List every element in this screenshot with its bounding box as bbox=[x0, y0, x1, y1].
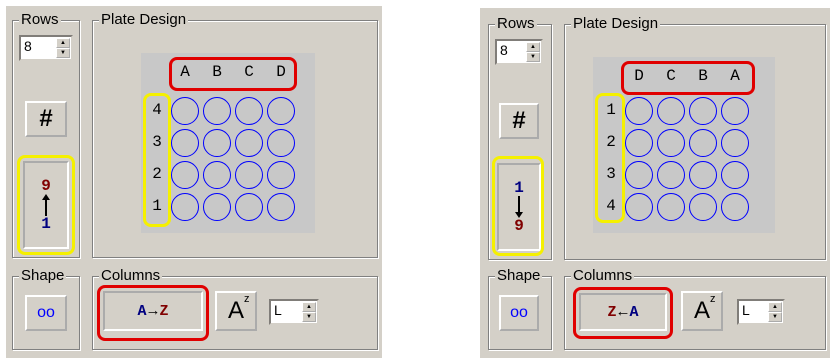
rows-group: Rows 8 ▲ ▼ # 9 1 bbox=[12, 12, 80, 258]
columns-value: L bbox=[742, 302, 750, 318]
shape-group: Shape oo bbox=[488, 268, 552, 350]
well[interactable] bbox=[203, 193, 231, 221]
columns-down-button[interactable]: ▼ bbox=[302, 312, 316, 322]
hash-icon: # bbox=[512, 107, 526, 134]
well[interactable] bbox=[235, 129, 263, 157]
well[interactable] bbox=[721, 161, 749, 189]
columns-value: L bbox=[274, 302, 282, 318]
plate-design-group: Plate Design A B C D 4 3 2 1 bbox=[92, 12, 378, 258]
well[interactable] bbox=[235, 161, 263, 189]
well[interactable] bbox=[689, 97, 717, 125]
well-shape-button[interactable]: oo bbox=[499, 295, 539, 331]
well[interactable] bbox=[267, 97, 295, 125]
well[interactable] bbox=[235, 193, 263, 221]
alpha-sort-button[interactable]: Az bbox=[681, 291, 723, 331]
well[interactable] bbox=[171, 161, 199, 189]
well[interactable] bbox=[171, 129, 199, 157]
well[interactable] bbox=[657, 161, 685, 189]
rows-spinner[interactable]: 8 ▲ ▼ bbox=[19, 35, 73, 61]
well[interactable] bbox=[235, 97, 263, 125]
well[interactable] bbox=[689, 161, 717, 189]
rows-down-button[interactable]: ▼ bbox=[526, 52, 540, 62]
rows-value: 8 bbox=[500, 42, 508, 58]
well[interactable] bbox=[625, 161, 653, 189]
column-order-highlight bbox=[573, 287, 673, 339]
columns-group: Columns A → Z Az L ▲ ▼ bbox=[92, 268, 378, 350]
well[interactable] bbox=[721, 129, 749, 157]
circle-wells-icon: oo bbox=[510, 304, 528, 321]
row-labels-highlight bbox=[143, 93, 171, 227]
columns-up-button[interactable]: ▲ bbox=[302, 302, 316, 312]
well[interactable] bbox=[203, 97, 231, 125]
rows-up-button[interactable]: ▲ bbox=[526, 42, 540, 52]
alpha-sort-icon: Az bbox=[693, 293, 716, 324]
well[interactable] bbox=[625, 193, 653, 221]
shape-group-title: Shape bbox=[19, 267, 67, 284]
well[interactable] bbox=[657, 97, 685, 125]
columns-group-title: Columns bbox=[571, 267, 635, 284]
circle-wells-icon: oo bbox=[37, 304, 55, 321]
hash-icon: # bbox=[39, 105, 53, 132]
well[interactable] bbox=[689, 129, 717, 157]
columns-spinner[interactable]: L ▲ ▼ bbox=[269, 299, 319, 325]
rows-down-button[interactable]: ▼ bbox=[56, 48, 70, 58]
well[interactable] bbox=[171, 97, 199, 125]
well[interactable] bbox=[657, 129, 685, 157]
plate-design-title: Plate Design bbox=[99, 11, 189, 28]
rows-spinner[interactable]: 8 ▲ ▼ bbox=[495, 39, 543, 65]
plate-design-group: Plate Design D C B A 1 2 3 4 bbox=[564, 16, 826, 260]
right-panel: Rows 8 ▲ ▼ # 1 9 Plate Design D C B A 1 2… bbox=[480, 8, 830, 358]
rows-group-title: Rows bbox=[19, 11, 61, 28]
well[interactable] bbox=[267, 193, 295, 221]
columns-group: Columns Z ← A Az L ▲ ▼ bbox=[564, 268, 826, 350]
columns-down-button[interactable]: ▼ bbox=[768, 312, 782, 322]
columns-up-button[interactable]: ▲ bbox=[768, 302, 782, 312]
well[interactable] bbox=[625, 97, 653, 125]
row-order-highlight bbox=[492, 156, 544, 256]
well[interactable] bbox=[689, 193, 717, 221]
alpha-sort-button[interactable]: Az bbox=[215, 291, 257, 331]
plate-design-title: Plate Design bbox=[571, 15, 661, 32]
well[interactable] bbox=[203, 129, 231, 157]
column-order-highlight bbox=[97, 285, 209, 341]
alpha-sort-icon: Az bbox=[227, 293, 250, 324]
well[interactable] bbox=[267, 129, 295, 157]
rows-up-button[interactable]: ▲ bbox=[56, 38, 70, 48]
row-labels-highlight bbox=[595, 93, 625, 223]
well[interactable] bbox=[721, 97, 749, 125]
column-labels-highlight bbox=[169, 57, 297, 91]
numbering-button[interactable]: # bbox=[25, 101, 67, 137]
well[interactable] bbox=[657, 193, 685, 221]
shape-group: Shape oo bbox=[12, 268, 80, 350]
well[interactable] bbox=[625, 129, 653, 157]
well[interactable] bbox=[171, 193, 199, 221]
well-shape-button[interactable]: oo bbox=[25, 295, 67, 331]
numbering-button[interactable]: # bbox=[499, 103, 539, 139]
column-labels-highlight bbox=[621, 61, 755, 95]
well[interactable] bbox=[267, 161, 295, 189]
shape-group-title: Shape bbox=[495, 267, 543, 284]
well[interactable] bbox=[721, 193, 749, 221]
well[interactable] bbox=[203, 161, 231, 189]
left-panel: Rows 8 ▲ ▼ # 9 1 Plate Design A B C D 4 3… bbox=[6, 6, 382, 358]
row-order-highlight bbox=[17, 155, 75, 255]
rows-group-title: Rows bbox=[495, 15, 537, 32]
columns-group-title: Columns bbox=[99, 267, 163, 284]
rows-value: 8 bbox=[24, 38, 32, 54]
columns-spinner[interactable]: L ▲ ▼ bbox=[737, 299, 785, 325]
